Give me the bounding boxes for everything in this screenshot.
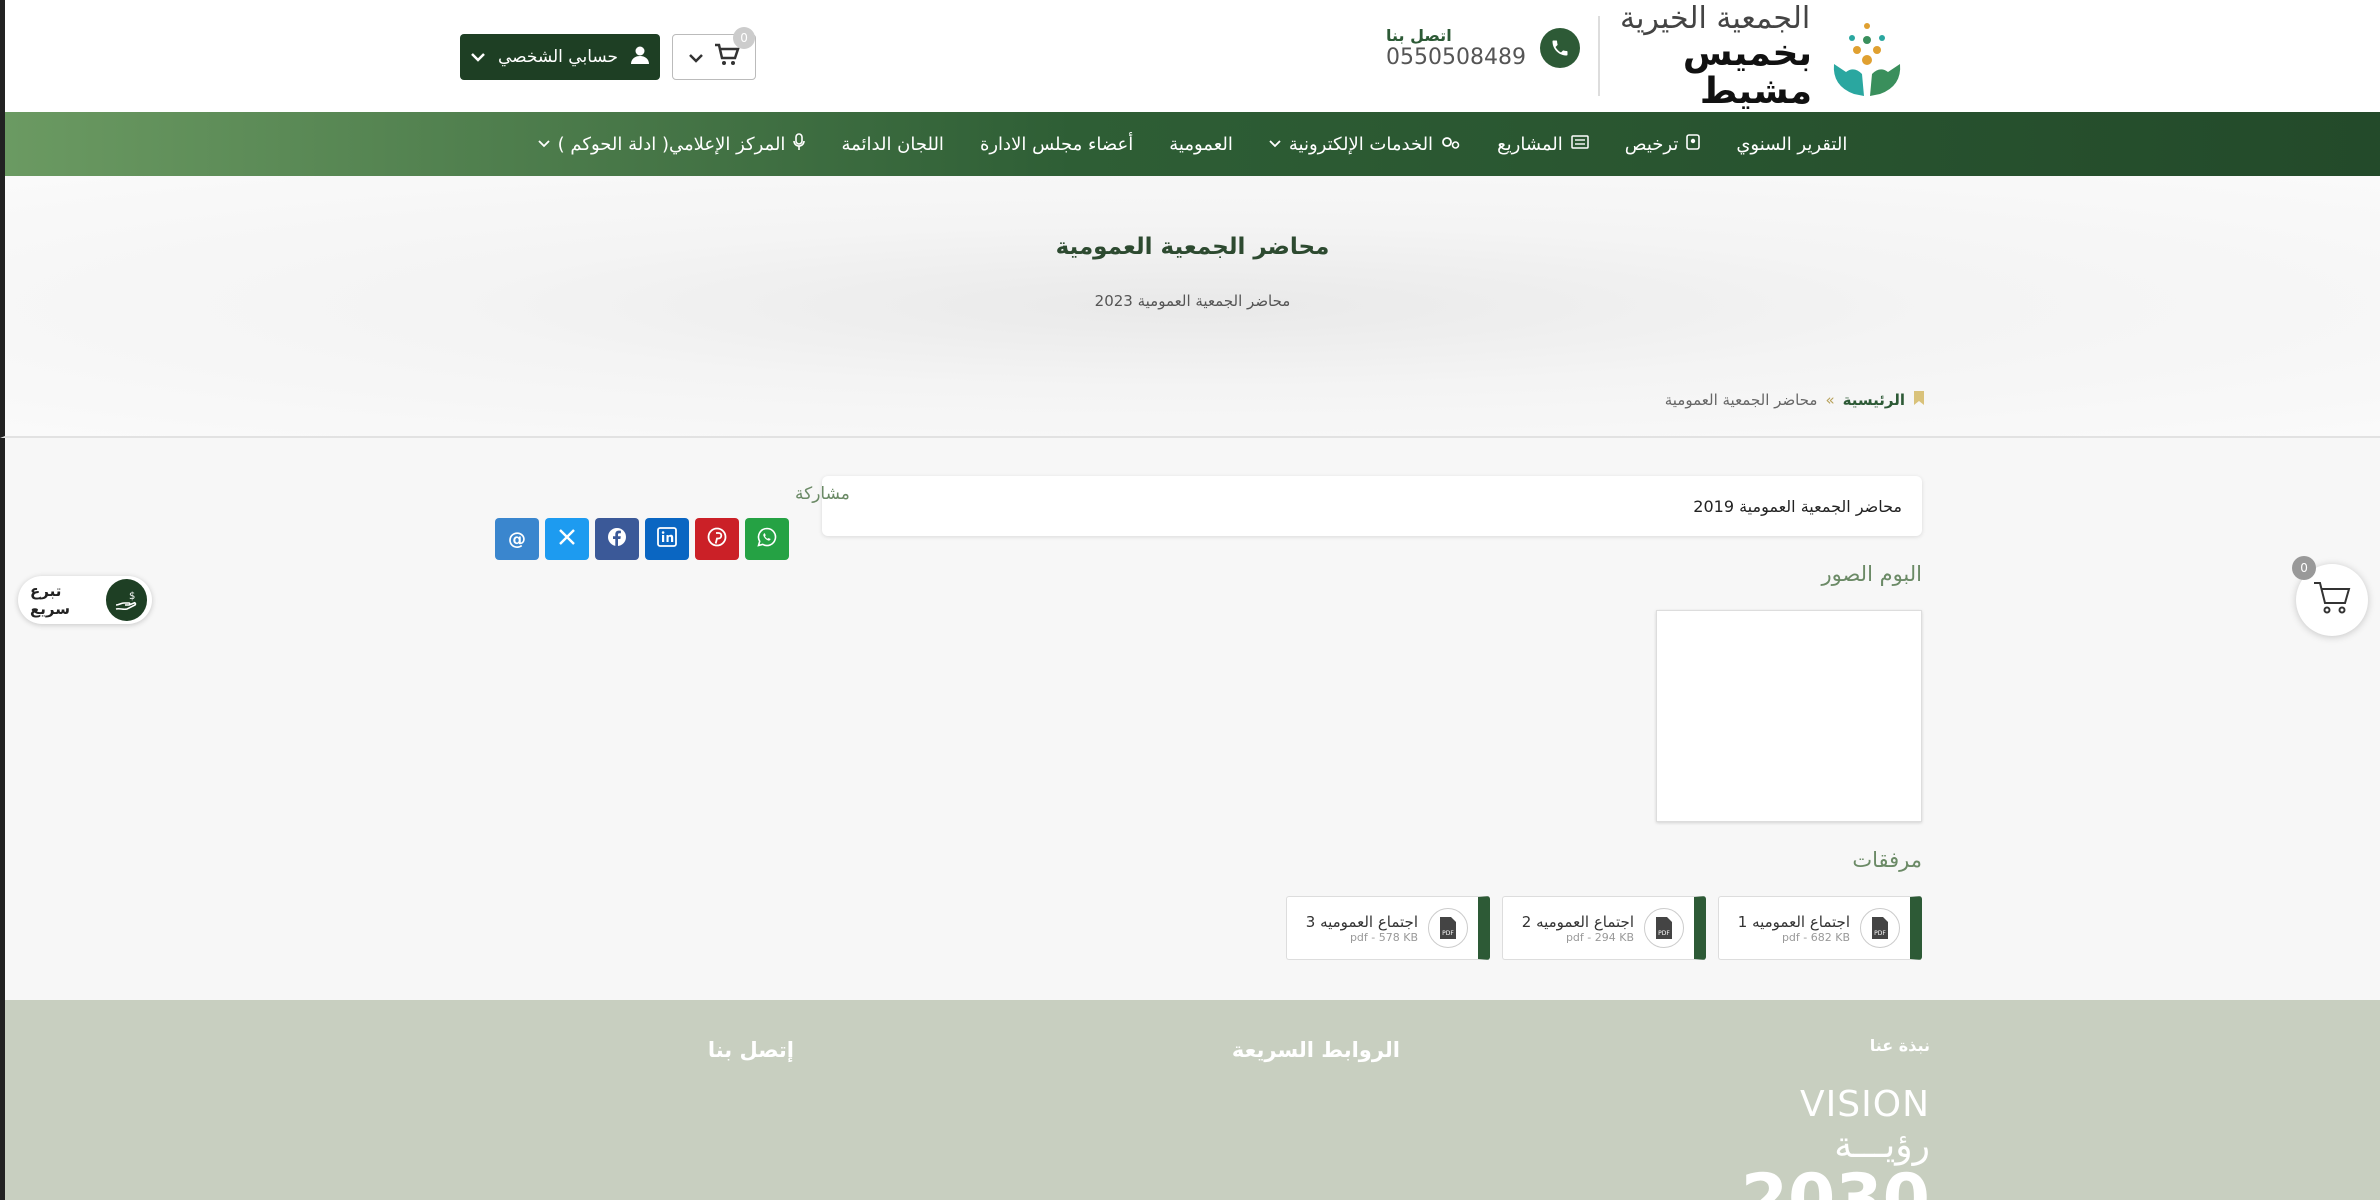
footer-about-heading: نبذة عنا [1869,1036,1930,1055]
contact-us[interactable]: اتصل بنا 0550508489 [1386,26,1580,70]
attachment-item[interactable]: PDF اجتماع العموميه 2 pdf - 294 KB [1502,896,1706,960]
quick-donate-label: تبرع سريع [30,582,70,618]
svg-text:PDF: PDF [1442,930,1454,937]
breadcrumb-current: محاضر الجمعية العمومية [1664,391,1818,409]
floating-cart-count: 0 [2292,556,2316,580]
record-title-box: محاضر الجمعية العمومية 2019 [822,476,1922,536]
breadcrumb-separator: » [1825,391,1835,409]
share-heading: مشاركة [795,484,850,504]
linkedin-share-button[interactable] [645,518,689,560]
site-footer: نبذة عنا الروابط السريعة إتصل بنا VISION… [0,1000,2380,1200]
album-thumbnail[interactable] [1656,610,1922,822]
whatsapp-icon [757,527,777,552]
account-label: حسابي الشخصي [497,47,619,67]
nav-item-general-assembly[interactable]: العمومية [1169,134,1233,155]
cart-icon [714,43,740,71]
floating-cart-button[interactable]: 0 [2292,556,2368,636]
pdf-file-icon: PDF [1644,908,1684,948]
record-title: محاضر الجمعية العمومية 2019 [1693,496,1902,516]
breadcrumb-home[interactable]: الرئيسية [1843,391,1905,409]
logo-hands-icon [1824,14,1910,100]
attachment-item[interactable]: PDF اجتماع العموميه 3 pdf - 578 KB [1286,896,1490,960]
attachment-item[interactable]: PDF اجتماع العموميه 1 pdf - 682 KB [1718,896,1922,960]
attachment-name: اجتماع العموميه 2 [1521,912,1634,931]
attachment-meta: pdf - 682 KB [1781,930,1850,944]
list-icon [1571,135,1589,153]
donate-hand-icon: $ [105,579,147,621]
pinterest-icon [707,527,727,552]
share-buttons: @ [495,518,789,560]
pdf-file-icon: PDF [1860,908,1900,948]
gears-icon [1441,134,1461,154]
nav-item-projects[interactable]: المشاريع [1497,134,1589,155]
footer-quick-links-heading: الروابط السريعة [1231,1038,1400,1062]
cart-count-badge: 0 [733,27,755,49]
contact-label: اتصل بنا [1386,26,1452,45]
user-icon [630,45,650,70]
svg-text:$: $ [129,591,135,602]
whatsapp-share-button[interactable] [745,518,789,560]
nav-item-media-center[interactable]: المركز الإعلامي( ادلة الحوكم ) [538,133,806,155]
linkedin-icon [657,526,677,552]
attachments-list: PDF اجتماع العموميه 1 pdf - 682 KB PDF ا… [1286,896,1922,960]
nav-item-license[interactable]: ترخيص [1625,134,1701,155]
nav-item-committees[interactable]: اللجان الدائمة [841,134,944,155]
nav-item-e-services[interactable]: الخدمات الإلكترونية [1269,134,1461,155]
vision-line1: VISION رؤيـــة [1800,1084,1930,1166]
nav-item-board-members[interactable]: أعضاء مجلس الادارة [980,134,1133,155]
vision-2030-logo: VISION رؤيـــة 2030 [1710,1084,1930,1200]
svg-text:PDF: PDF [1874,930,1886,937]
nav-item-annual-report[interactable]: التقرير السنوي [1736,134,1847,155]
top-header: الجمعية الخيرية بخميس مشيط اتصل بنا 0550… [0,0,2380,112]
at-sign-icon: @ [508,528,526,550]
chevron-down-icon [470,47,486,67]
main-nav: التقرير السنوي ترخيص المشاريع الخدمات ال… [0,112,2380,176]
page-subtitle: محاضر الجمعية العمومية 2023 [1094,292,1291,310]
phone-icon [1540,28,1580,68]
chevron-down-icon [1269,136,1281,152]
chevron-down-icon [538,136,550,152]
header-divider [1598,16,1600,96]
contact-number[interactable]: 0550508489 [1386,45,1526,70]
attachment-name: اجتماع العموميه 1 [1737,912,1850,931]
svg-text:PDF: PDF [1658,930,1670,937]
attachment-meta: pdf - 294 KB [1565,930,1634,944]
account-button[interactable]: حسابي الشخصي [460,34,660,80]
facebook-share-button[interactable] [595,518,639,560]
microphone-icon [793,133,806,155]
cart-button[interactable]: 0 [672,27,756,80]
page-title: محاضر الجمعية العمومية [1055,234,1330,260]
cart-icon [2312,580,2352,620]
x-share-button[interactable] [545,518,589,560]
breadcrumb: الرئيسية » محاضر الجمعية العمومية [1665,390,1925,410]
pinterest-share-button[interactable] [695,518,739,560]
logo-line1: الجمعية الخيرية [1620,1,1811,37]
document-icon [1686,134,1701,154]
pdf-file-icon: PDF [1428,908,1468,948]
quick-donate-button[interactable]: تبرع سريع $ [18,576,152,624]
attachment-meta: pdf - 578 KB [1349,930,1418,944]
facebook-icon [607,527,627,552]
x-logo-icon [558,528,576,551]
bookmark-icon [1913,390,1925,410]
vision-line2: 2030 [1740,1160,1930,1200]
main-content: محاضر الجمعية العمومية 2019 البوم الصور … [0,438,2380,1000]
page-banner: محاضر الجمعية العمومية محاضر الجمعية الع… [0,176,2380,438]
logo-line2: بخميس مشيط [1682,32,1812,112]
footer-contact-heading: إتصل بنا [707,1038,794,1062]
email-share-button[interactable]: @ [495,518,539,560]
album-heading: البوم الصور [1821,562,1922,586]
attachments-heading: مرفقات [1852,848,1922,872]
site-logo[interactable]: الجمعية الخيرية بخميس مشيط [1620,3,1910,110]
chevron-down-icon [688,48,704,67]
attachment-name: اجتماع العموميه 3 [1305,912,1418,931]
